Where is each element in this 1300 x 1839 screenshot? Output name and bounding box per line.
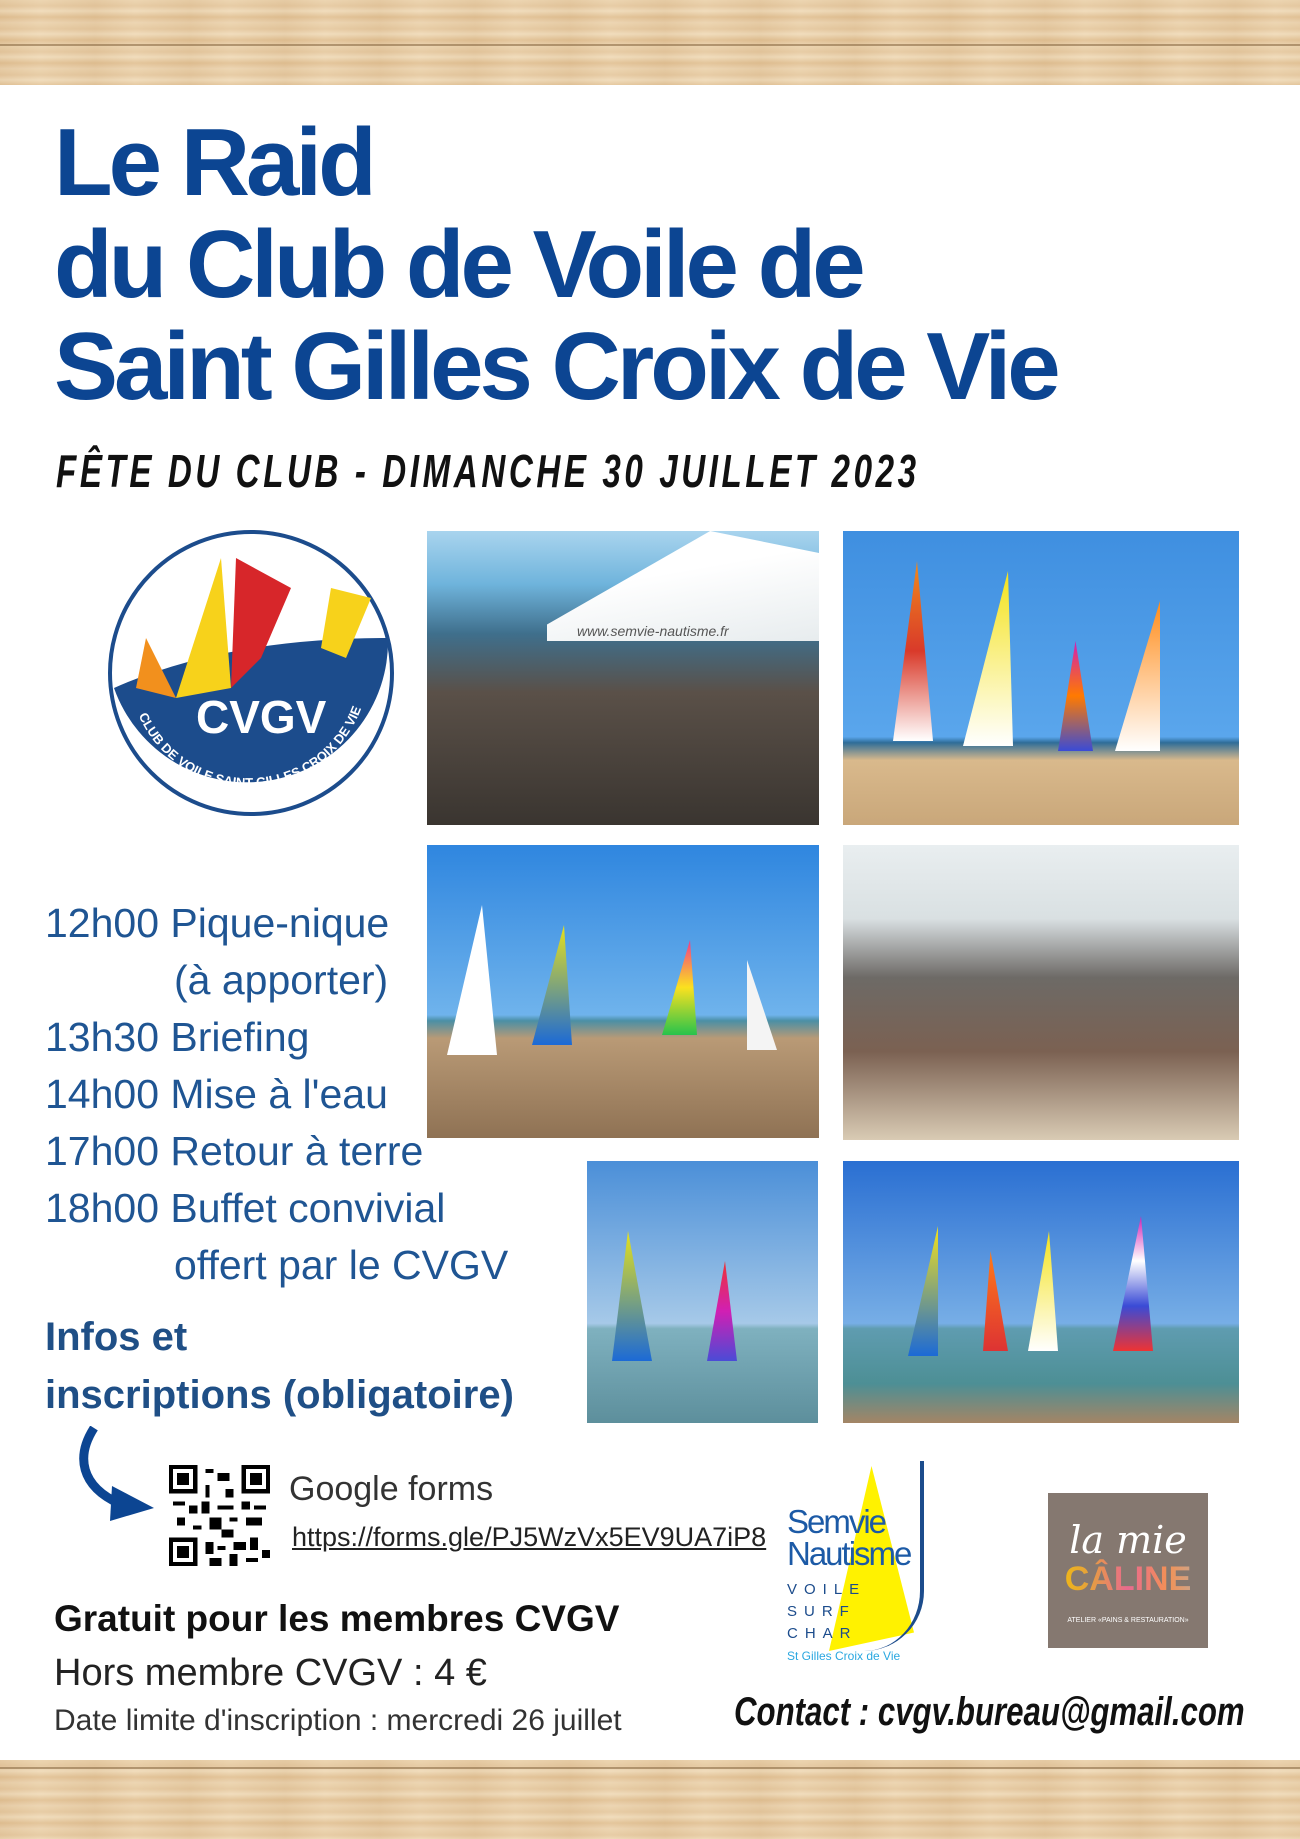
members-free-text: Gratuit pour les membres CVGV (54, 1598, 620, 1639)
activity-char: CHAR (787, 1625, 858, 1642)
title-line-3: Saint Gilles Croix de Vie (54, 313, 1061, 420)
google-forms-label: Google forms (289, 1470, 494, 1508)
infos-line-2: inscriptions (obligatoire) (45, 1373, 514, 1417)
caline-tagline: ATELIER «PAINS & RESTAURATION» (1067, 1617, 1189, 1624)
page-title: Le Raid du Club de Voile de Saint Gilles… (54, 109, 1061, 420)
tent-url-text: www.semvie-nautisme.fr (577, 623, 729, 639)
schedule-item: 18h00 Buffet convivial (45, 1185, 446, 1231)
event-subtitle: FÊTE DU CLUB - DIMANCHE 30 JUILLET 2023 (56, 445, 920, 497)
wood-banner-top (0, 0, 1300, 85)
title-line-1: Le Raid (54, 109, 377, 216)
activity-voile: VOILE (787, 1581, 867, 1598)
infos-line-1: Infos et (45, 1315, 188, 1359)
schedule-item: 13h30 Briefing (45, 1014, 310, 1060)
semvie-text: Semvie (787, 1503, 887, 1540)
wood-banner-bottom (0, 1760, 1300, 1839)
activity-surf: SURF (787, 1603, 856, 1620)
cvgv-logo: CVGV CLUB DE VOILE SAINT GILLES CROIX DE… (108, 530, 394, 816)
la-mie-text: la mie (1069, 1518, 1187, 1562)
schedule-item: 17h00 Retour à terre (45, 1128, 424, 1174)
logo-text: CVGV (196, 691, 327, 743)
schedule-item: 12h00 Pique-nique (45, 900, 390, 946)
contact-email[interactable]: Contact : cvgv.bureau@gmail.com (734, 1690, 1245, 1735)
schedule-item: (à apporter) (174, 957, 389, 1003)
google-forms-link[interactable]: https://forms.gle/PJ5WzVx5EV9UA7iP8 (292, 1522, 766, 1553)
infos-heading: Infos et inscriptions (obligatoire) (45, 1308, 514, 1424)
wood-grain (0, 1767, 1300, 1769)
nautisme-text: Nautisme (787, 1535, 912, 1572)
title-line-2: du Club de Voile de (54, 211, 866, 318)
qr-code[interactable] (168, 1465, 271, 1566)
la-mie-caline-logo: la mie CÂLINE ATELIER «PAINS & RESTAURAT… (1048, 1493, 1208, 1648)
registration-deadline: Date limite d'inscription : mercredi 26 … (54, 1704, 622, 1737)
photo-catamarans-shore (843, 1161, 1239, 1423)
wood-grain (0, 44, 1300, 46)
photo-catamarans-beach (843, 531, 1239, 825)
photo-catamarans-water (587, 1161, 818, 1423)
caline-text: CÂLINE (1048, 1559, 1208, 1599)
schedule-item: 14h00 Mise à l'eau (45, 1071, 388, 1117)
curved-arrow-icon (79, 1426, 154, 1521)
semvie-nautisme-logo: Semvie Nautisme VOILE SURF CHAR St Gille… (784, 1461, 974, 1666)
schedule-item: offert par le CVGV (174, 1242, 509, 1288)
non-member-price: Hors membre CVGV : 4 € (54, 1652, 487, 1694)
schedule-list: 12h00 Pique-nique (à apporter) 13h30 Bri… (45, 895, 508, 1294)
semvie-place: St Gilles Croix de Vie (787, 1649, 901, 1663)
photo-tent-crowd: www.semvie-nautisme.fr (427, 531, 819, 825)
photo-buffet (843, 845, 1239, 1140)
